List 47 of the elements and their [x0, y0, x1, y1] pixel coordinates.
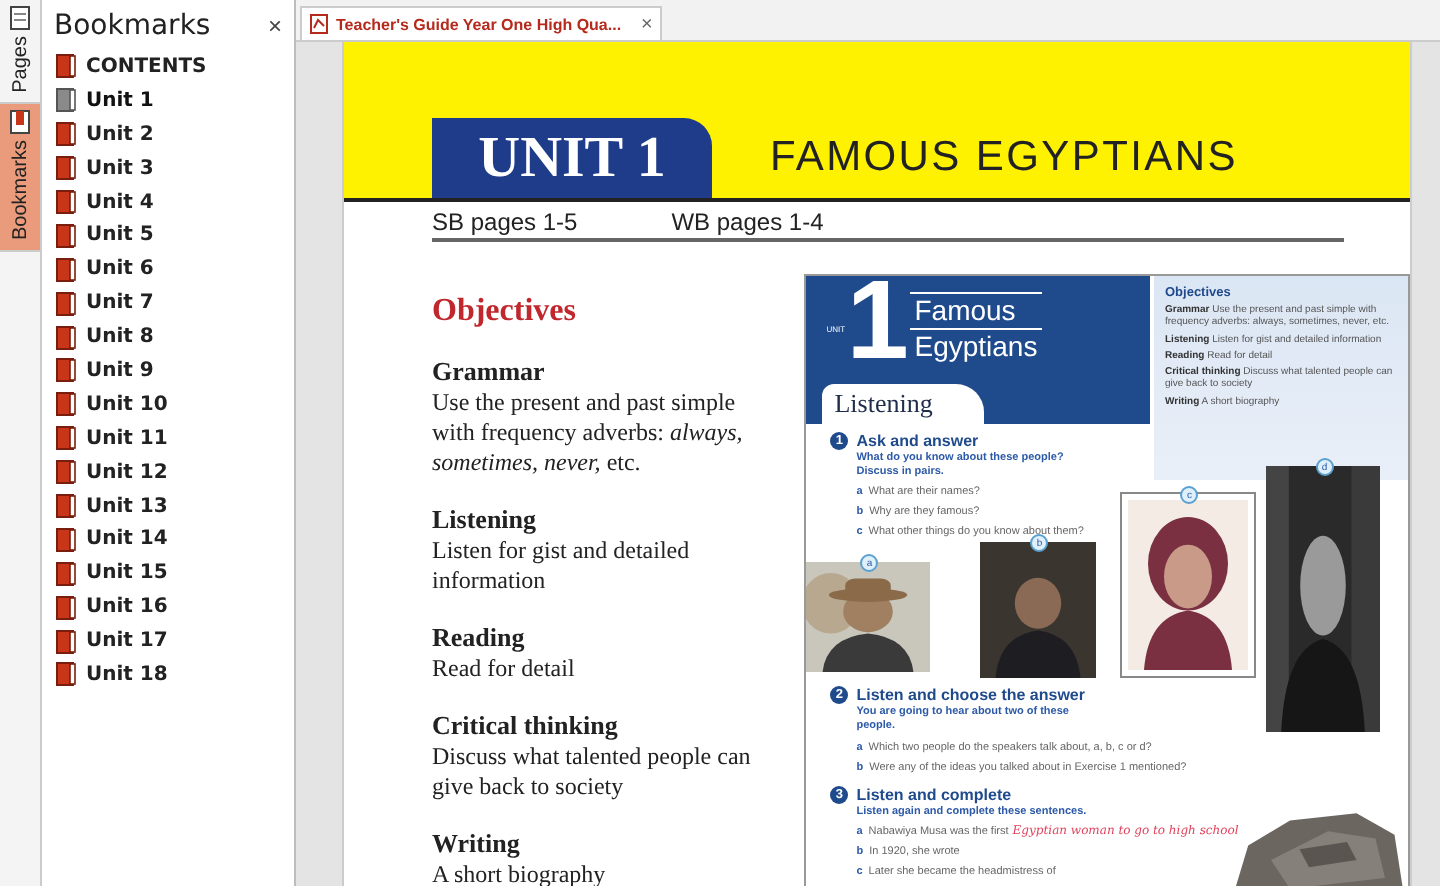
pdf-icon	[310, 14, 328, 34]
page-reference: WB pages 1-4	[671, 208, 824, 236]
bookmark-item[interactable]: Unit 7	[82, 292, 158, 315]
objective-heading: Writing	[432, 828, 522, 860]
bookmark-item[interactable]: Unit 17	[82, 630, 172, 653]
page-reference: SB pages 1-5	[432, 208, 578, 236]
bookmark-item[interactable]: Unit 3	[82, 157, 158, 180]
objective-text: Read for detail	[432, 654, 577, 684]
bookmark-item[interactable]: Unit 14	[82, 528, 172, 551]
bookmark-item[interactable]: Unit 15	[82, 562, 172, 585]
bookmark-item[interactable]: Unit 10	[82, 393, 172, 416]
bookmark-item[interactable]: Unit 13	[82, 495, 172, 518]
bookmark-icon	[10, 110, 30, 135]
bookmark-item[interactable]: CONTENTS	[82, 55, 211, 78]
unit-title: FAMOUS EGYPTIANS	[770, 134, 1238, 184]
close-button[interactable]: ×	[263, 12, 286, 40]
bookmark-item[interactable]: Unit 5	[82, 224, 158, 247]
unit-number: 1	[846, 276, 909, 376]
exercise-title: Ask and answer	[856, 432, 979, 450]
unit-title: Famous	[910, 292, 1042, 328]
bookmark-item[interactable]: Unit 9	[82, 359, 158, 382]
objective-heading: Critical thinking	[432, 710, 620, 742]
bookmark-item[interactable]: Unit 6	[82, 258, 158, 281]
objective-heading: Grammar	[432, 356, 547, 388]
exercise-title: Listen and choose the answer	[856, 686, 1085, 705]
bookmark-item[interactable]: Unit 8	[82, 326, 158, 349]
objective-heading: Reading	[432, 622, 527, 654]
objective-text: Use the present and past simple with frequency adverbs: always, sometimes, never, etc.	[432, 388, 745, 478]
unit-heading: UNIT 1	[432, 118, 712, 198]
bookmark-item[interactable]: Unit 16	[82, 596, 172, 619]
close-button[interactable]: ×	[629, 13, 653, 35]
document-tab[interactable]: Teacher's Guide Year One High Qua... ×	[300, 6, 663, 40]
side-tab[interactable]: Bookmarks	[0, 104, 40, 253]
bookmark-item[interactable]: Unit 12	[82, 461, 172, 484]
panel-title: Bookmarks	[54, 10, 211, 42]
bookmark-item[interactable]: Unit 11	[82, 427, 172, 450]
bookmark-item[interactable]: Unit 18	[82, 663, 172, 686]
bookmark-item[interactable]: Unit 4	[82, 191, 158, 213]
page-icon	[10, 6, 30, 30]
bookmark-item[interactable]: Unit 2	[82, 123, 158, 146]
objective-text: Listen for gist and detailed information	[432, 536, 692, 596]
exercise-title: Listen and complete	[856, 785, 1012, 804]
objective-text: Discuss what talented people can give back to society	[432, 742, 753, 802]
objectives-heading: Objectives	[432, 294, 578, 330]
bookmark-item[interactable]: Unit 1	[82, 89, 158, 112]
objective-heading: Listening	[432, 504, 539, 536]
unit-title: Egyptians	[910, 328, 1042, 364]
